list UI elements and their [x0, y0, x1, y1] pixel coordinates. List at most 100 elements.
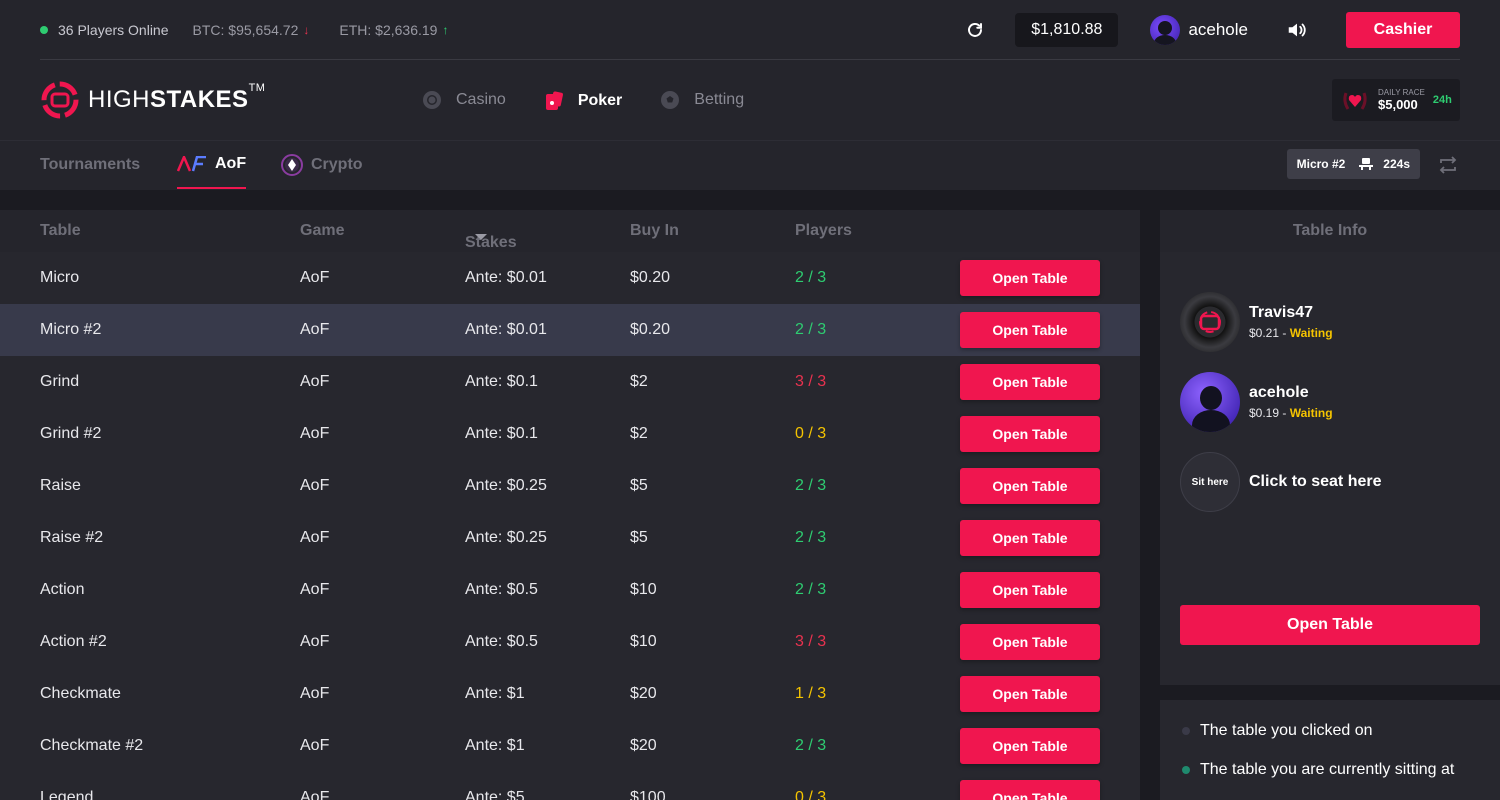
wallet-balance[interactable]: $1,810.88 [1015, 12, 1119, 47]
buy-in-cell: $2 [630, 373, 648, 390]
table-row[interactable]: Micro AoF Ante: $0.01 $0.20 2 / 3 Open Table [0, 252, 1140, 304]
col-game[interactable]: Game [300, 222, 344, 240]
arrow-up-icon: ↑ [442, 22, 449, 37]
tab-tournaments[interactable]: Tournaments [40, 141, 140, 189]
seat-player-info: $0.21 - Waiting [1249, 326, 1333, 340]
players-cell: 0 / 3 [795, 425, 827, 442]
table-row[interactable]: Legend AoF Ante: $5 $100 0 / 3 Open Table [0, 772, 1140, 800]
daily-race-time: 24h [1432, 94, 1452, 106]
table-header: Table Game Stakes Buy In Players [0, 210, 1140, 252]
open-table-button[interactable]: Open Table [960, 312, 1100, 348]
tab-aof[interactable]: AoF [177, 141, 247, 189]
laurel-heart-icon [1343, 92, 1367, 110]
table-row[interactable]: Micro #2 AoF Ante: $0.01 $0.20 2 / 3 Open Tab… [0, 304, 1140, 356]
table-name-cell: Grind #2 [40, 425, 102, 442]
game-cell: AoF [300, 685, 330, 702]
crypto-diamond-icon [281, 154, 303, 176]
open-table-button[interactable]: Open Table [960, 520, 1100, 556]
game-cell: AoF [300, 373, 330, 390]
game-cell: AoF [300, 633, 330, 650]
user-avatar[interactable] [1150, 14, 1181, 45]
buy-in-cell: $0.20 [630, 321, 671, 338]
stakes-cell: Ante: $0.5 [465, 633, 538, 650]
game-cell: AoF [300, 425, 330, 442]
players-cell: 2 / 3 [795, 529, 827, 546]
table-name-cell: Micro [40, 269, 80, 286]
open-table-button[interactable]: Open Table [960, 416, 1100, 452]
stakes-cell: Ante: $0.25 [465, 477, 547, 494]
seat-acehole: acehole $0.19 - Waiting [1180, 372, 1333, 432]
table-row[interactable]: Raise AoF Ante: $0.25 $5 2 / 3 Open Table [0, 460, 1140, 512]
players-cell: 1 / 3 [795, 685, 827, 702]
game-cell: AoF [300, 269, 330, 286]
open-table-button[interactable]: Open Table [960, 728, 1100, 764]
open-table-button[interactable]: Open Table [960, 624, 1100, 660]
current-table-chip[interactable]: Micro #2 224s [1286, 149, 1420, 179]
buy-in-cell: $5 [630, 477, 648, 494]
table-row[interactable]: Checkmate #2 AoF Ante: $1 $20 2 / 3 Open Tabl… [0, 720, 1140, 772]
open-table-button[interactable]: Open Table [960, 468, 1100, 504]
logo-text: HIGHSTAKESTM [88, 82, 266, 113]
daily-race-amount: $5,000 [1378, 97, 1418, 112]
nav-poker[interactable]: Poker [529, 60, 647, 144]
seat-player-info: $0.19 - Waiting [1249, 406, 1333, 420]
cashier-button[interactable]: Cashier [1346, 11, 1460, 48]
daily-race-label: DAILY RACE [1378, 88, 1425, 97]
col-buy-in[interactable]: Buy In [630, 222, 679, 240]
swap-icon[interactable] [1438, 155, 1458, 175]
stakes-cell: Ante: $0.1 [465, 373, 538, 390]
open-table-button[interactable]: Open Table [960, 572, 1100, 608]
buy-in-cell: $10 [630, 633, 657, 650]
sit-here-text[interactable]: Click to seat here [1249, 473, 1382, 491]
table-row[interactable]: Checkmate AoF Ante: $1 $20 1 / 3 Open Table [0, 668, 1140, 720]
speaker-icon[interactable] [1286, 19, 1308, 41]
stakes-cell: Ante: $0.25 [465, 529, 547, 546]
col-players[interactable]: Players [795, 222, 852, 240]
stakes-cell: Ante: $0.01 [465, 269, 547, 286]
table-name-cell: Action #2 [40, 633, 107, 650]
sit-here-button[interactable]: Sit here [1180, 452, 1240, 512]
username[interactable]: acehole [1188, 20, 1248, 40]
refresh-icon[interactable] [965, 20, 985, 40]
empty-seat[interactable]: Sit here Click to seat here [1180, 452, 1382, 512]
open-table-button[interactable]: Open Table [960, 364, 1100, 400]
buy-in-cell: $10 [630, 581, 657, 598]
arrow-down-icon: ↓ [303, 22, 310, 37]
players-online: 36 Players Online [58, 21, 169, 38]
table-name-cell: Raise #2 [40, 529, 104, 546]
table-name-cell: Checkmate #2 [40, 737, 144, 754]
table-row[interactable]: Action AoF Ante: $0.5 $10 2 / 3 Open Table [0, 564, 1140, 616]
open-table-button[interactable]: Open Table [960, 780, 1100, 800]
stakes-cell: Ante: $0.1 [465, 425, 538, 442]
daily-race-widget[interactable]: DAILY RACE $5,000 24h [1332, 79, 1460, 121]
table-name-cell: Checkmate [40, 685, 121, 702]
buy-in-cell: $0.20 [630, 269, 671, 286]
tab-crypto[interactable]: Crypto [281, 141, 363, 189]
game-cell: AoF [300, 737, 330, 754]
table-info-panel: Table Info Travis47 $0.21 - Waiting aceh… [1160, 210, 1500, 685]
nav-betting[interactable]: Betting [646, 60, 768, 140]
players-cell: 2 / 3 [795, 477, 827, 494]
table-row[interactable]: Action #2 AoF Ante: $0.5 $10 3 / 3 Open Table [0, 616, 1140, 668]
table-body: Micro AoF Ante: $0.01 $0.20 2 / 3 Open Table M… [0, 252, 1140, 800]
logo[interactable]: HIGHSTAKESTM [40, 78, 265, 122]
open-table-button[interactable]: Open Table [960, 260, 1100, 296]
eth-price: ETH: $2,636.19 [339, 21, 438, 38]
open-table-button[interactable]: Open Table [960, 676, 1100, 712]
current-table-name: Micro #2 [1296, 157, 1346, 171]
legend-sitting: The table you are currently sitting at [1182, 761, 1454, 779]
buy-in-cell: $20 [630, 685, 657, 702]
players-cell: 3 / 3 [795, 633, 827, 650]
buy-in-cell: $5 [630, 529, 648, 546]
online-indicator-icon [40, 25, 48, 34]
buy-in-cell: $2 [630, 425, 648, 442]
table-row[interactable]: Grind AoF Ante: $0.1 $2 3 / 3 Open Table [0, 356, 1140, 408]
open-table-button[interactable]: Open Table [1180, 605, 1480, 645]
table-row[interactable]: Grind #2 AoF Ante: $0.1 $2 0 / 3 Open Table [0, 408, 1140, 460]
legend-dot-icon [1182, 727, 1190, 735]
col-table[interactable]: Table [40, 222, 81, 240]
table-name-cell: Micro #2 [40, 321, 102, 338]
nav-casino[interactable]: Casino [408, 60, 530, 140]
sort-caret-icon [475, 234, 487, 240]
table-row[interactable]: Raise #2 AoF Ante: $0.25 $5 2 / 3 Open Table [0, 512, 1140, 564]
